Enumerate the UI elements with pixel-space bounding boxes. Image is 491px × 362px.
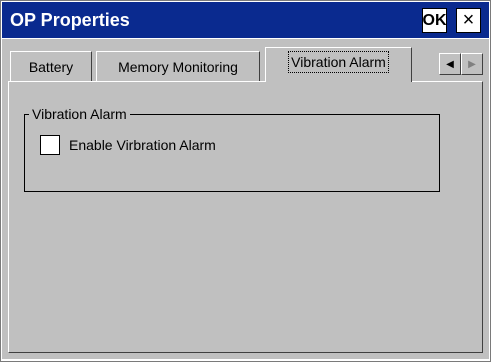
tab-memory-monitoring[interactable]: Memory Monitoring [96,51,260,81]
enable-vibration-row[interactable]: Enable Virbration Alarm [40,135,216,155]
tab-battery[interactable]: Battery [10,51,92,81]
close-button[interactable]: × [456,8,481,33]
tab-vibration-alarm-label: Vibration Alarm [288,51,389,73]
tab-panel: Vibration Alarm Enable Virbration Alarm [8,81,483,353]
ok-button[interactable]: OK [422,8,447,33]
dialog-client-area: Battery Memory Monitoring Vibration Alar… [2,39,489,359]
enable-vibration-label[interactable]: Enable Virbration Alarm [69,137,216,153]
groupbox-label: Vibration Alarm [29,106,130,122]
tab-memory-monitoring-label: Memory Monitoring [118,58,238,75]
title-bar: OP Properties OK × [2,2,489,38]
tab-scroll-left-icon[interactable]: ◀ [439,53,461,75]
tab-scroll-buttons: ◀ ▶ [439,53,483,75]
vibration-alarm-groupbox: Vibration Alarm Enable Virbration Alarm [24,106,440,192]
properties-window: OP Properties OK × Battery Memory Monito… [0,0,491,362]
window-title: OP Properties [10,10,130,30]
tab-scroll-right-icon[interactable]: ▶ [461,53,483,75]
tab-battery-label: Battery [28,58,74,75]
tab-vibration-alarm[interactable]: Vibration Alarm [265,47,412,82]
enable-vibration-checkbox[interactable] [40,135,60,155]
